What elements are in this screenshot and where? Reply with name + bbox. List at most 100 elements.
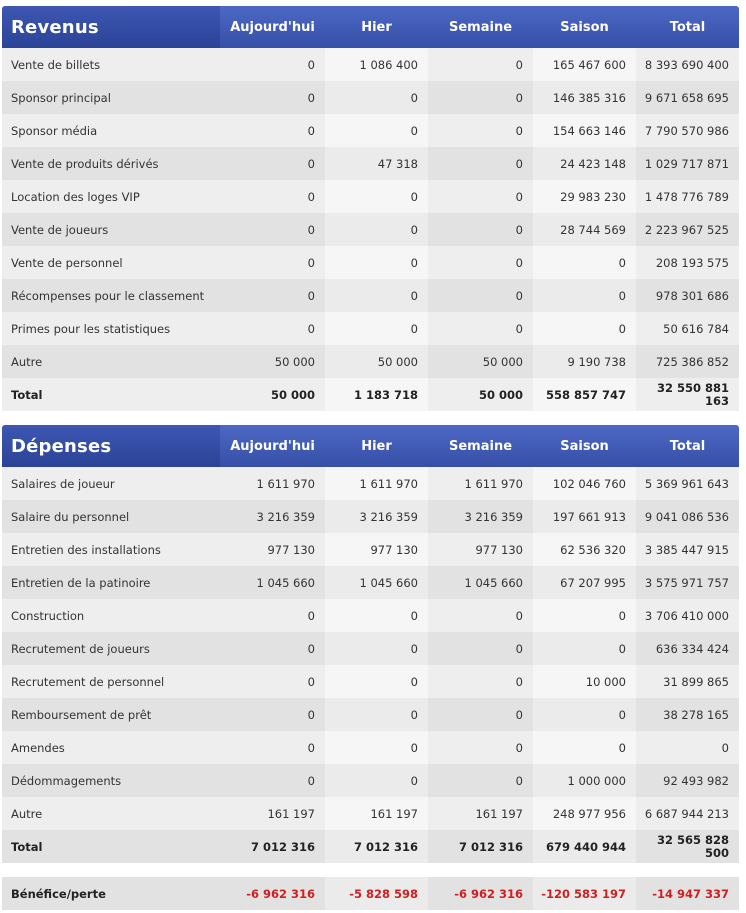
expenses-cell-total: 32 565 828 500 — [636, 830, 739, 863]
revenue-cell-yesterday: 0 — [325, 246, 428, 279]
expenses-cell-yesterday: 0 — [325, 665, 428, 698]
expenses-cell-yesterday: 3 216 359 — [325, 500, 428, 533]
revenue-row: Primes pour les statistiques 0 0 0 0 50 616 7… — [2, 312, 739, 345]
revenue-cell-week: 0 — [428, 279, 533, 312]
revenue-cell-today: 0 — [220, 114, 325, 147]
expenses-cell-week: 0 — [428, 599, 533, 632]
expenses-cell-today: 0 — [220, 731, 325, 764]
revenue-cell-season: 0 — [533, 312, 636, 345]
revenue-row: Location des loges VIP 0 0 0 29 983 230 1 478… — [2, 180, 739, 213]
expenses-cell-week: 7 012 316 — [428, 830, 533, 863]
expenses-cell-season: 1 000 000 — [533, 764, 636, 797]
expenses-row-label: Autre — [2, 797, 220, 830]
revenue-cell-yesterday: 47 318 — [325, 147, 428, 180]
revenue-cell-today: 0 — [220, 48, 325, 81]
expenses-title: Dépenses — [2, 425, 220, 467]
revenue-cell-yesterday: 0 — [325, 180, 428, 213]
revenue-cell-total: 8 393 690 400 — [636, 48, 739, 81]
revenue-cell-yesterday: 1 183 718 — [325, 378, 428, 411]
expenses-cell-today: 0 — [220, 698, 325, 731]
expenses-cell-total: 5 369 961 643 — [636, 467, 739, 500]
revenue-cell-today: 0 — [220, 246, 325, 279]
expenses-row-label: Entretien de la patinoire — [2, 566, 220, 599]
expenses-cell-season: 10 000 — [533, 665, 636, 698]
revenue-cell-today: 0 — [220, 213, 325, 246]
revenue-cell-yesterday: 0 — [325, 81, 428, 114]
expenses-cell-week: 161 197 — [428, 797, 533, 830]
revenue-cell-total: 1 029 717 871 — [636, 147, 739, 180]
profit-week: -6 962 316 — [428, 877, 533, 910]
profit-loss-label: Bénéfice/perte — [2, 877, 220, 910]
expenses-row-label: Dédommagements — [2, 764, 220, 797]
revenue-title: Revenus — [2, 6, 220, 48]
revenue-row-label: Autre — [2, 345, 220, 378]
expenses-cell-yesterday: 0 — [325, 599, 428, 632]
expenses-cell-yesterday: 161 197 — [325, 797, 428, 830]
expenses-cell-total: 3 575 971 757 — [636, 566, 739, 599]
expenses-total-row: Total 7 012 316 7 012 316 7 012 316 679 440 … — [2, 830, 739, 863]
revenue-cell-total: 208 193 575 — [636, 246, 739, 279]
expenses-cell-season: 67 207 995 — [533, 566, 636, 599]
revenue-row: Récompenses pour le classement 0 0 0 0 978 30… — [2, 279, 739, 312]
expenses-cell-week: 0 — [428, 731, 533, 764]
expenses-cell-total: 31 899 865 — [636, 665, 739, 698]
expenses-cell-total: 0 — [636, 731, 739, 764]
col-header-week: Semaine — [428, 6, 533, 48]
revenue-row: Autre 50 000 50 000 50 000 9 190 738 725 386 … — [2, 345, 739, 378]
revenue-row-label: Location des loges VIP — [2, 180, 220, 213]
revenue-row-label: Sponsor média — [2, 114, 220, 147]
revenue-cell-season: 0 — [533, 246, 636, 279]
expenses-row: Amendes 0 0 0 0 0 — [2, 731, 739, 764]
expenses-cell-today: 1 611 970 — [220, 467, 325, 500]
expenses-row: Recrutement de joueurs 0 0 0 0 636 334 424 — [2, 632, 739, 665]
revenue-row: Sponsor principal 0 0 0 146 385 316 9 671 658… — [2, 81, 739, 114]
expenses-row-label: Total — [2, 830, 220, 863]
revenue-row: Vente de joueurs 0 0 0 28 744 569 2 223 967 5… — [2, 213, 739, 246]
col-header-season: Saison — [533, 6, 636, 48]
revenue-cell-season: 28 744 569 — [533, 213, 636, 246]
revenue-row-label: Total — [2, 378, 220, 411]
revenue-cell-season: 9 190 738 — [533, 345, 636, 378]
expenses-cell-season: 0 — [533, 599, 636, 632]
expenses-cell-yesterday: 0 — [325, 764, 428, 797]
revenue-cell-total: 725 386 852 — [636, 345, 739, 378]
revenue-cell-yesterday: 50 000 — [325, 345, 428, 378]
expenses-cell-season: 197 661 913 — [533, 500, 636, 533]
expenses-row-label: Amendes — [2, 731, 220, 764]
expenses-cell-yesterday: 977 130 — [325, 533, 428, 566]
revenue-cell-total: 2 223 967 525 — [636, 213, 739, 246]
revenue-cell-today: 0 — [220, 180, 325, 213]
expenses-row-label: Entretien des installations — [2, 533, 220, 566]
revenue-cell-season: 146 385 316 — [533, 81, 636, 114]
revenue-cell-total: 9 671 658 695 — [636, 81, 739, 114]
revenue-cell-season: 0 — [533, 279, 636, 312]
col-header-total: Total — [636, 6, 739, 48]
profit-total: -14 947 337 — [636, 877, 739, 910]
revenue-cell-week: 0 — [428, 147, 533, 180]
expenses-row-label: Recrutement de personnel — [2, 665, 220, 698]
revenue-cell-yesterday: 0 — [325, 312, 428, 345]
expenses-row: Dédommagements 0 0 0 1 000 000 92 493 982 — [2, 764, 739, 797]
expenses-row: Construction 0 0 0 0 3 706 410 000 — [2, 599, 739, 632]
revenue-cell-week: 50 000 — [428, 345, 533, 378]
profit-today: -6 962 316 — [220, 877, 325, 910]
expenses-row: Entretien de la patinoire 1 045 660 1 045 … — [2, 566, 739, 599]
expenses-row-label: Recrutement de joueurs — [2, 632, 220, 665]
expenses-row: Remboursement de prêt 0 0 0 0 38 278 165 — [2, 698, 739, 731]
expenses-row: Salaires de joueur 1 611 970 1 611 970 1 61… — [2, 467, 739, 500]
col-header-season: Saison — [533, 425, 636, 467]
revenue-row: Vente de billets 0 1 086 400 0 165 467 600 8 … — [2, 48, 739, 81]
expenses-cell-today: 161 197 — [220, 797, 325, 830]
revenue-cell-total: 1 478 776 789 — [636, 180, 739, 213]
expenses-cell-total: 3 706 410 000 — [636, 599, 739, 632]
revenue-cell-season: 24 423 148 — [533, 147, 636, 180]
col-header-total: Total — [636, 425, 739, 467]
expenses-header-row: Dépenses Aujourd'hui Hier Semaine Saison… — [2, 425, 739, 467]
expenses-cell-today: 977 130 — [220, 533, 325, 566]
expenses-cell-today: 0 — [220, 599, 325, 632]
revenue-row-label: Vente de produits dérivés — [2, 147, 220, 180]
expenses-cell-today: 0 — [220, 764, 325, 797]
expenses-cell-week: 3 216 359 — [428, 500, 533, 533]
profit-loss-row: Bénéfice/perte -6 962 316 -5 828 598 -6 … — [2, 877, 739, 910]
revenue-cell-season: 165 467 600 — [533, 48, 636, 81]
